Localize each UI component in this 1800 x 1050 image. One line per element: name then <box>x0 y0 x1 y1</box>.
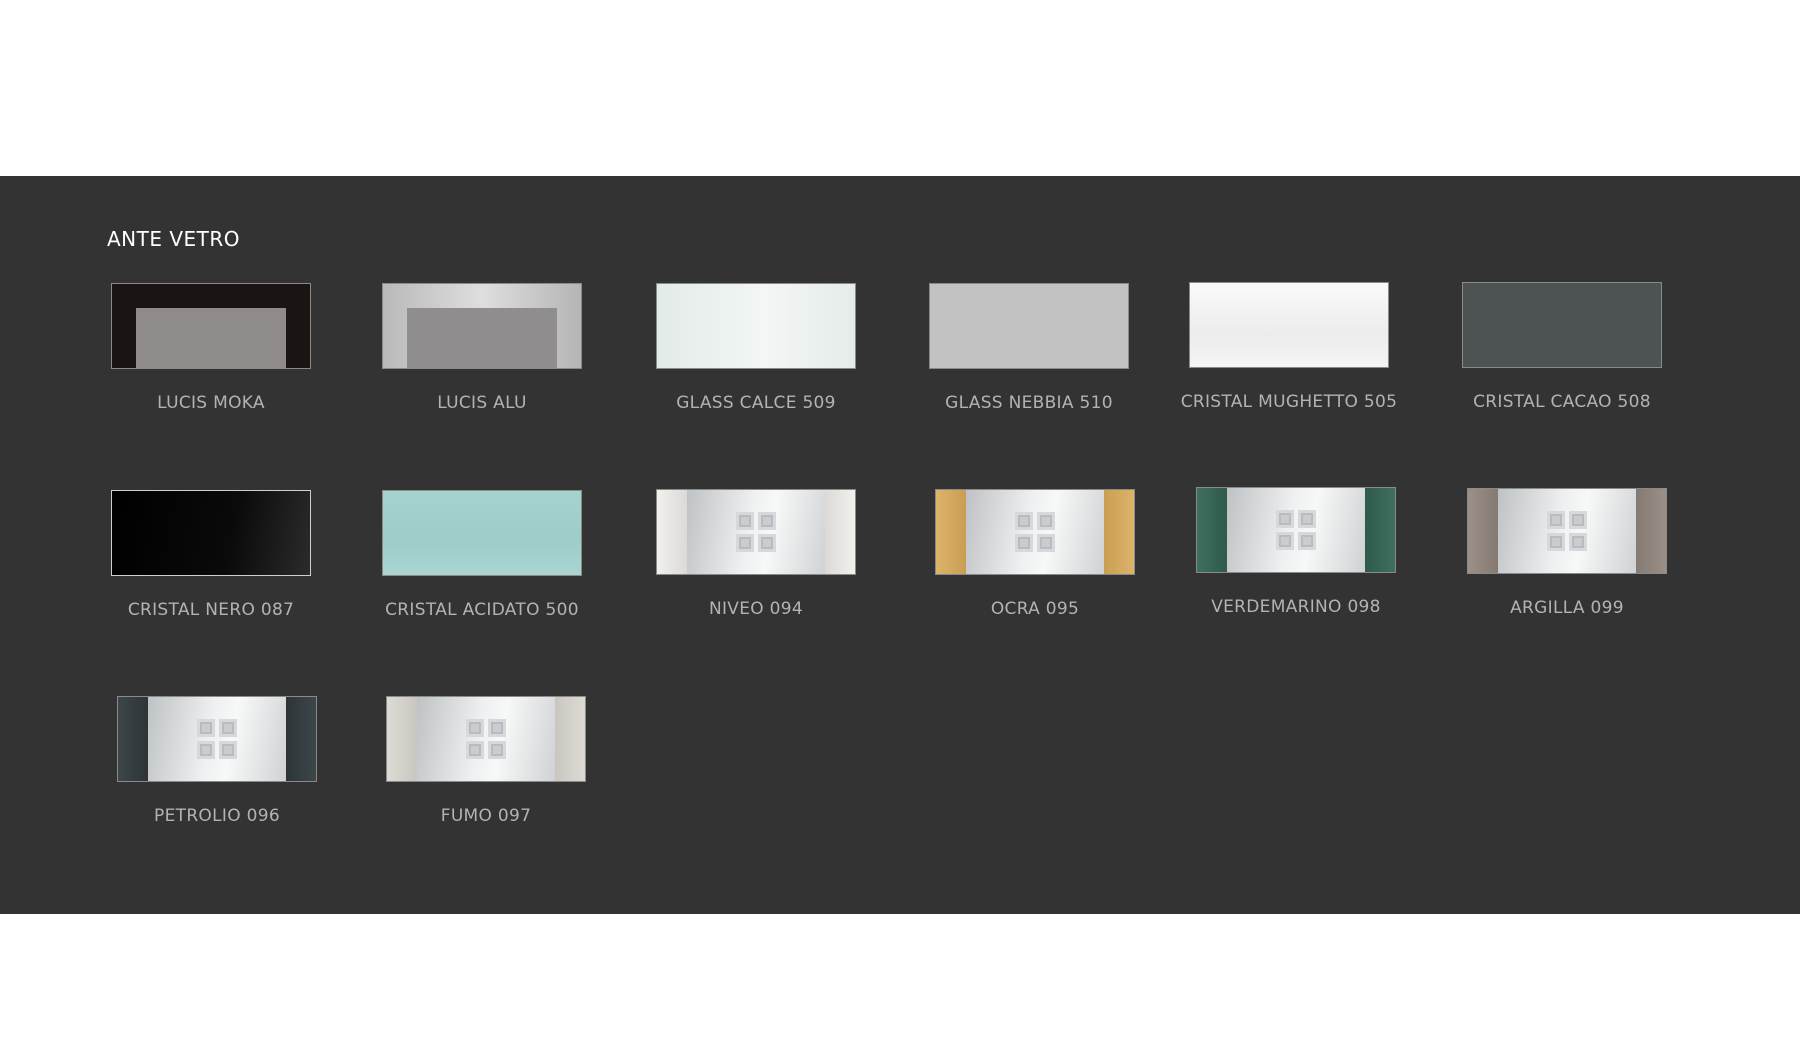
swatch-label: LUCIS ALU <box>437 393 527 413</box>
decoration-squares-icon <box>197 719 237 759</box>
swatch-image <box>386 696 586 782</box>
swatch-image <box>935 489 1135 575</box>
swatch-frame-left <box>936 490 966 574</box>
swatch-frame-left <box>387 697 417 781</box>
swatch-item-niveo-094[interactable]: NIVEO 094 <box>641 489 871 623</box>
swatch-item-argilla-099[interactable]: ARGILLA 099 <box>1452 488 1682 622</box>
swatch-inner-panel <box>407 308 557 368</box>
decoration-squares-icon <box>466 719 506 759</box>
swatch-image <box>111 283 311 369</box>
swatch-frame-left <box>657 490 687 574</box>
swatch-label: VERDEMARINO 098 <box>1211 597 1381 617</box>
section-title: ANTE VETRO <box>107 227 241 251</box>
swatch-item-ocra-095[interactable]: OCRA 095 <box>920 489 1150 623</box>
swatch-image <box>111 490 311 576</box>
swatch-item-petrolio-096[interactable]: PETROLIO 096 <box>102 696 332 830</box>
swatch-image <box>929 283 1129 369</box>
swatch-frame-right <box>1365 488 1395 572</box>
swatch-label: CRISTAL ACIDATO 500 <box>385 600 579 620</box>
decoration-squares-icon <box>1276 510 1316 550</box>
swatch-frame-left <box>1468 489 1498 573</box>
swatch-frame-right <box>1104 490 1134 574</box>
swatch-frame-right <box>825 490 855 574</box>
swatch-frame-right <box>286 697 316 781</box>
swatch-label: ARGILLA 099 <box>1510 598 1624 618</box>
swatch-frame-left <box>118 697 148 781</box>
swatch-item-lucis-alu[interactable]: LUCIS ALU <box>367 283 597 417</box>
swatch-label: GLASS CALCE 509 <box>676 393 836 413</box>
swatch-item-verdemarino-098[interactable]: VERDEMARINO 098 <box>1181 487 1411 621</box>
swatch-label: NIVEO 094 <box>708 599 804 619</box>
swatch-label: CRISTAL CACAO 508 <box>1473 392 1651 412</box>
swatch-label: OCRA 095 <box>990 599 1080 619</box>
swatch-image <box>1467 488 1667 574</box>
decoration-squares-icon <box>1547 511 1587 551</box>
swatch-label: CRISTAL NERO 087 <box>127 600 295 620</box>
swatch-item-cristal-acidato-500[interactable]: CRISTAL ACIDATO 500 <box>367 490 597 624</box>
swatch-image <box>656 489 856 575</box>
swatch-item-fumo-097[interactable]: FUMO 097 <box>371 696 601 830</box>
swatch-frame-right <box>1636 489 1666 573</box>
decoration-squares-icon <box>1015 512 1055 552</box>
swatch-item-glass-calce-509[interactable]: GLASS CALCE 509 <box>641 283 871 417</box>
swatch-label: LUCIS MOKA <box>157 393 265 413</box>
swatch-label: GLASS NEBBIA 510 <box>945 393 1113 413</box>
swatch-item-cristal-cacao-508[interactable]: CRISTAL CACAO 508 <box>1447 282 1677 416</box>
swatch-frame-right <box>555 697 585 781</box>
swatch-inner-panel <box>136 308 286 368</box>
swatch-label: PETROLIO 096 <box>154 806 280 826</box>
swatch-frame-left <box>1197 488 1227 572</box>
swatch-image <box>1462 282 1662 368</box>
swatch-image <box>117 696 317 782</box>
swatch-label: FUMO 097 <box>440 806 532 826</box>
decoration-squares-icon <box>736 512 776 552</box>
swatch-item-cristal-mughetto-505[interactable]: CRISTAL MUGHETTO 505 <box>1174 282 1404 416</box>
swatch-image <box>1196 487 1396 573</box>
swatch-item-lucis-moka[interactable]: LUCIS MOKA <box>96 283 326 417</box>
swatch-image <box>382 283 582 369</box>
swatch-label: CRISTAL MUGHETTO 505 <box>1180 392 1398 412</box>
swatch-item-cristal-nero-087[interactable]: CRISTAL NERO 087 <box>96 490 326 624</box>
swatch-image <box>656 283 856 369</box>
swatch-item-glass-nebbia-510[interactable]: GLASS NEBBIA 510 <box>914 283 1144 417</box>
swatch-image <box>382 490 582 576</box>
swatch-image <box>1189 282 1389 368</box>
